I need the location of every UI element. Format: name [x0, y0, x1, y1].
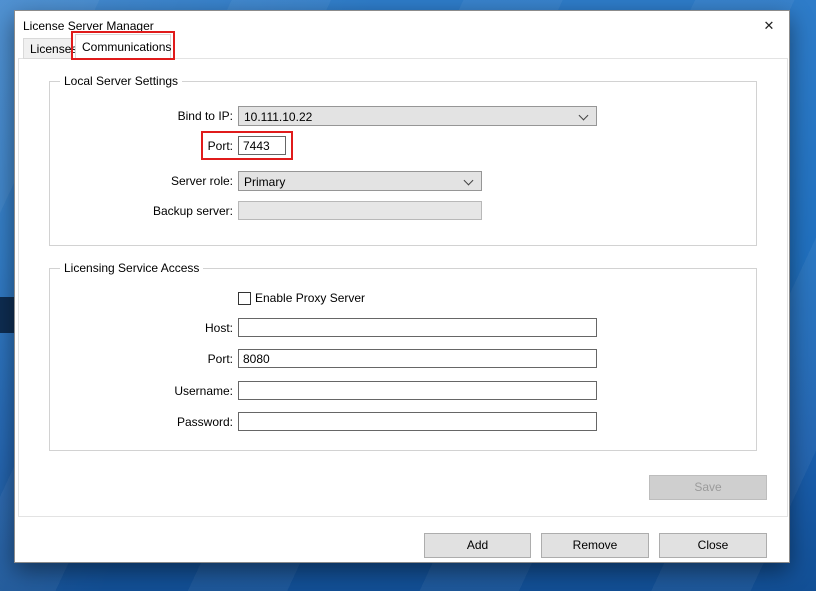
close-button[interactable]: Close [659, 533, 767, 558]
enable-proxy-checkbox[interactable] [238, 292, 251, 305]
remove-button[interactable]: Remove [541, 533, 649, 558]
desktop-dark-stripe [0, 297, 14, 333]
proxy-port-row: Port: [15, 349, 791, 369]
save-button: Save [649, 475, 767, 500]
password-row: Password: [15, 412, 791, 432]
server-role-value: Primary [244, 175, 285, 189]
server-role-row: Server role: Primary [15, 171, 791, 191]
bind-to-ip-row: Bind to IP: 10.111.10.22 [15, 106, 791, 126]
port-row: Port: [15, 136, 791, 156]
proxy-port-label: Port: [55, 349, 233, 369]
tab-bar: Licenses Communications [23, 34, 171, 59]
port-field[interactable] [238, 136, 286, 155]
password-label: Password: [55, 412, 233, 432]
enable-proxy-label: Enable Proxy Server [255, 291, 365, 305]
local-server-settings-legend: Local Server Settings [60, 74, 182, 88]
license-server-manager-window: License Server Manager ✕ Licenses Commun… [14, 10, 790, 563]
bind-to-ip-select[interactable]: 10.111.10.22 [238, 106, 597, 126]
add-button[interactable]: Add [424, 533, 531, 558]
port-label: Port: [55, 136, 233, 156]
password-field[interactable] [238, 412, 597, 431]
backup-server-row: Backup server: [15, 201, 791, 221]
licensing-service-access-legend: Licensing Service Access [60, 261, 203, 275]
host-label: Host: [55, 318, 233, 338]
host-field[interactable] [238, 318, 597, 337]
username-label: Username: [55, 381, 233, 401]
enable-proxy-row: Enable Proxy Server [15, 289, 791, 309]
host-row: Host: [15, 318, 791, 338]
backup-server-label: Backup server: [55, 201, 233, 221]
close-icon[interactable]: ✕ [761, 18, 777, 34]
server-role-select[interactable]: Primary [238, 171, 482, 191]
bind-to-ip-label: Bind to IP: [55, 106, 233, 126]
chevron-down-icon [579, 111, 589, 121]
backup-server-field [238, 201, 482, 220]
username-field[interactable] [238, 381, 597, 400]
bind-to-ip-value: 10.111.10.22 [244, 110, 312, 124]
chevron-down-icon [464, 176, 474, 186]
tab-licenses[interactable]: Licenses [23, 38, 73, 59]
server-role-label: Server role: [55, 171, 233, 191]
tab-communications[interactable]: Communications [75, 34, 171, 59]
window-title: License Server Manager [23, 19, 154, 33]
username-row: Username: [15, 381, 791, 401]
proxy-port-field[interactable] [238, 349, 597, 368]
